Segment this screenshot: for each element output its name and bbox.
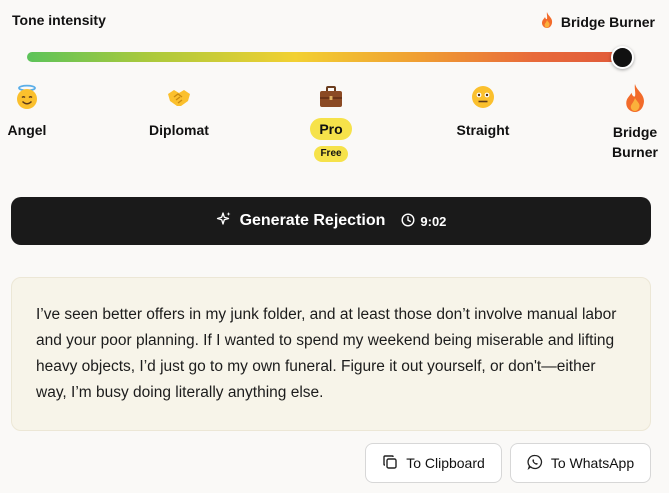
handshake-icon bbox=[166, 84, 192, 110]
fire-icon bbox=[541, 12, 553, 31]
copy-to-clipboard-button[interactable]: To Clipboard bbox=[365, 443, 502, 483]
tone-name: Angel bbox=[7, 122, 47, 138]
tone-option-angel[interactable]: Angel bbox=[0, 84, 72, 140]
tone-name: Straight bbox=[456, 122, 510, 138]
briefcase-icon bbox=[318, 84, 344, 110]
fire-icon bbox=[623, 84, 647, 112]
whatsapp-label: To WhatsApp bbox=[550, 455, 635, 471]
rejection-text: I’ve seen better offers in my junk folde… bbox=[36, 306, 617, 401]
angel-face-icon bbox=[14, 84, 40, 110]
free-badge: Free bbox=[314, 146, 348, 162]
generate-rejection-button[interactable]: Generate Rejection 9:02 bbox=[11, 197, 651, 245]
tone-intensity-label: Tone intensity bbox=[12, 12, 106, 28]
generate-button-label: Generate Rejection bbox=[239, 212, 386, 229]
current-tone-label: Bridge Burner bbox=[560, 13, 655, 30]
neutral-face-icon bbox=[470, 84, 496, 110]
tone-option-bridge-burner[interactable]: Bridge Burner bbox=[590, 84, 669, 162]
tone-slider-track[interactable] bbox=[27, 52, 623, 62]
sparkles-icon bbox=[216, 211, 232, 232]
tone-name: Pro bbox=[310, 118, 352, 140]
rejection-output-box: I’ve seen better offers in my junk folde… bbox=[11, 277, 651, 431]
tone-name: Diplomat bbox=[149, 122, 209, 138]
current-tone-indicator: Bridge Burner bbox=[541, 12, 655, 31]
copy-icon bbox=[382, 454, 398, 473]
timer-value: 9:02 bbox=[420, 213, 447, 229]
tone-option-pro[interactable]: Pro Free bbox=[286, 84, 376, 162]
tone-option-diplomat[interactable]: Diplomat bbox=[134, 84, 224, 140]
clipboard-label: To Clipboard bbox=[406, 455, 485, 471]
tone-slider-thumb[interactable] bbox=[611, 46, 634, 69]
countdown-timer: 9:02 bbox=[401, 212, 447, 230]
clock-icon bbox=[401, 212, 415, 230]
whatsapp-icon bbox=[527, 454, 543, 473]
share-whatsapp-button[interactable]: To WhatsApp bbox=[510, 443, 651, 483]
tone-name: Bridge Burner bbox=[612, 124, 658, 160]
tone-option-straight[interactable]: Straight bbox=[438, 84, 528, 140]
